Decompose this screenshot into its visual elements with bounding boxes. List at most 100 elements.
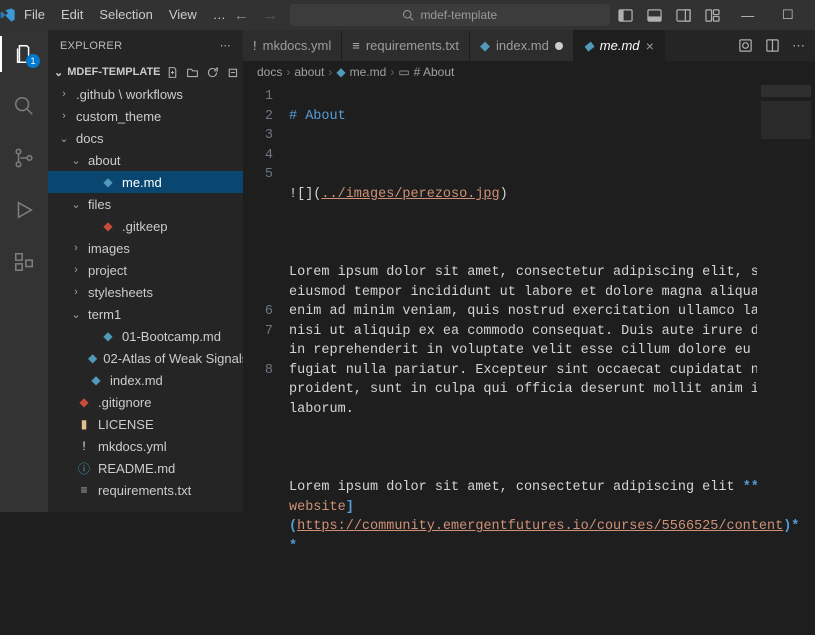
tree-folder[interactable]: ⌄files xyxy=(48,193,243,215)
tree-item-label: project xyxy=(88,263,127,278)
line-number: 3 xyxy=(243,126,273,146)
code-line: ![]( xyxy=(289,187,321,202)
layout-customize-icon[interactable] xyxy=(705,8,720,23)
sidebar-folder-header[interactable]: ⌄ MDEF-TEMPLATE xyxy=(48,61,243,83)
editor-tab[interactable]: !mkdocs.yml xyxy=(243,30,342,61)
breadcrumb[interactable]: docs › about › ◆ me.md › ▭ # About xyxy=(243,61,815,83)
tree-file[interactable]: !mkdocs.yml xyxy=(48,435,243,457)
editor-group: !mkdocs.yml≡requirements.txt◆index.md◆me… xyxy=(243,30,815,512)
chevron-down-icon: ⌄ xyxy=(70,308,82,321)
refresh-icon[interactable] xyxy=(206,66,219,79)
tree-item-label: 02-Atlas of Weak Signals.md xyxy=(103,351,243,366)
menu-selection[interactable]: Selection xyxy=(91,0,160,30)
menu-file[interactable]: File xyxy=(16,0,53,30)
tree-file[interactable]: ◆me.md xyxy=(48,171,243,193)
tree-folder[interactable]: › stylesheets xyxy=(48,281,243,303)
tree-file[interactable]: ◆ 01-Bootcamp.md xyxy=(48,325,243,347)
activity-extensions-icon[interactable] xyxy=(0,244,48,280)
menu-edit[interactable]: Edit xyxy=(53,0,91,30)
tree-item-label: me.md xyxy=(122,175,162,190)
chevron-right-icon: › xyxy=(58,110,70,122)
line-number: 6 xyxy=(243,302,273,322)
markdown-file-icon: ◆ xyxy=(100,329,116,343)
sidebar-explorer: EXPLORER ⋯ ⌄ MDEF-TEMPLATE ›.github \ wo… xyxy=(48,30,243,512)
code-line: # About xyxy=(289,109,346,124)
tree-file[interactable]: ◆ 02-Atlas of Weak Signals.md xyxy=(48,347,243,369)
menu-view[interactable]: View xyxy=(161,0,205,30)
nav-back-icon[interactable]: ← xyxy=(234,7,249,24)
code-editor[interactable]: 12345 67 8 # About ![](../images/perezos… xyxy=(243,83,815,512)
breadcrumb-item[interactable]: me.md xyxy=(350,65,387,79)
tree-item-label: 01-Bootcamp.md xyxy=(122,329,221,344)
sidebar-more-icon[interactable]: ⋯ xyxy=(220,39,231,52)
tab-label: index.md xyxy=(496,38,549,53)
breadcrumb-item[interactable]: # About xyxy=(414,65,455,79)
sidebar-header: EXPLORER ⋯ xyxy=(48,30,243,61)
scrollbar[interactable] xyxy=(805,83,815,512)
tree-file[interactable]: ▮LICENSE xyxy=(48,413,243,435)
new-file-icon[interactable] xyxy=(166,66,179,79)
code-url: https://community.emergentfutures.io/cou… xyxy=(297,519,783,534)
line-gutter: 12345 67 8 xyxy=(243,83,285,512)
toggle-sidebar-icon[interactable] xyxy=(618,8,633,23)
tree-file[interactable]: ◆.gitkeep xyxy=(48,215,243,237)
line-number: 8 xyxy=(243,361,273,381)
tree-file[interactable]: ≡requirements.txt xyxy=(48,479,243,501)
activity-source-control-icon[interactable] xyxy=(0,140,48,176)
window-maximize-button[interactable]: ☐ xyxy=(768,0,808,30)
editor-more-icon[interactable]: ⋯ xyxy=(792,38,805,54)
titlebar: File Edit Selection View … ← → mdef-temp… xyxy=(0,0,815,30)
chevron-down-icon: ⌄ xyxy=(54,66,63,79)
tree-folder[interactable]: ›images xyxy=(48,237,243,259)
chevron-right-icon: › xyxy=(58,88,70,100)
editor-tab[interactable]: ◆index.md xyxy=(470,30,574,61)
tree-folder[interactable]: ›custom_theme xyxy=(48,105,243,127)
license-file-icon: ▮ xyxy=(76,417,92,431)
tree-file[interactable]: ⓘREADME.md xyxy=(48,457,243,479)
tree-file[interactable]: ◆index.md xyxy=(48,369,243,391)
editor-actions: ⋯ xyxy=(728,30,815,61)
split-editor-icon[interactable] xyxy=(765,38,780,53)
command-center[interactable]: mdef-template xyxy=(290,4,610,26)
nav-forward-icon[interactable]: → xyxy=(263,7,278,24)
tree-item-label: docs xyxy=(76,131,103,146)
window-close-button[interactable]: ✕ xyxy=(808,0,815,30)
breadcrumb-item[interactable]: docs xyxy=(257,65,282,79)
tree-folder[interactable]: ⌄term1 xyxy=(48,303,243,325)
collapse-all-icon[interactable] xyxy=(226,66,239,79)
nav-arrows: ← → xyxy=(234,7,278,24)
activity-search-icon[interactable] xyxy=(0,88,48,124)
editor-tab[interactable]: ≡requirements.txt xyxy=(342,30,470,61)
window-minimize-button[interactable]: — xyxy=(728,0,768,30)
explorer-badge: 1 xyxy=(26,54,40,68)
tree-file[interactable]: ◆.gitignore xyxy=(48,391,243,413)
close-tab-icon[interactable]: × xyxy=(646,38,654,54)
folder-actions xyxy=(166,66,239,79)
breadcrumb-item[interactable]: about xyxy=(294,65,324,79)
menu-more[interactable]: … xyxy=(205,0,234,30)
tree-folder[interactable]: ›project xyxy=(48,259,243,281)
line-number: 2 xyxy=(243,107,273,127)
markdown-file-icon: ◆ xyxy=(88,351,97,365)
code-paragraph: Lorem ipsum dolor sit amet, consectetur … xyxy=(289,263,805,420)
open-preview-side-icon[interactable] xyxy=(738,38,753,53)
tree-folder[interactable]: ›.github \ workflows xyxy=(48,83,243,105)
toggle-panel-icon[interactable] xyxy=(647,8,662,23)
chevron-right-icon: › xyxy=(70,286,82,298)
menu-bar: File Edit Selection View … xyxy=(16,0,234,30)
file-tree[interactable]: ›.github \ workflows›custom_theme⌄docs⌄a… xyxy=(48,83,243,512)
tree-folder[interactable]: ⌄docs xyxy=(48,127,243,149)
toggle-right-sidebar-icon[interactable] xyxy=(676,8,691,23)
tree-item-label: requirements.txt xyxy=(98,483,191,498)
editor-tab[interactable]: ◆me.md× xyxy=(574,30,665,61)
new-folder-icon[interactable] xyxy=(186,66,199,79)
activity-debug-icon[interactable] xyxy=(0,192,48,228)
tree-item-label: stylesheets xyxy=(88,285,153,300)
vscode-logo-icon xyxy=(0,7,16,23)
activity-bar: 1 xyxy=(0,30,48,512)
tree-folder[interactable]: ⌄about xyxy=(48,149,243,171)
breadcrumb-sep-icon: › xyxy=(286,65,290,79)
editor-tabs: !mkdocs.yml≡requirements.txt◆index.md◆me… xyxy=(243,30,815,61)
code-content[interactable]: # About ![](../images/perezoso.jpg) Lore… xyxy=(285,83,815,512)
activity-explorer-icon[interactable]: 1 xyxy=(0,36,48,72)
